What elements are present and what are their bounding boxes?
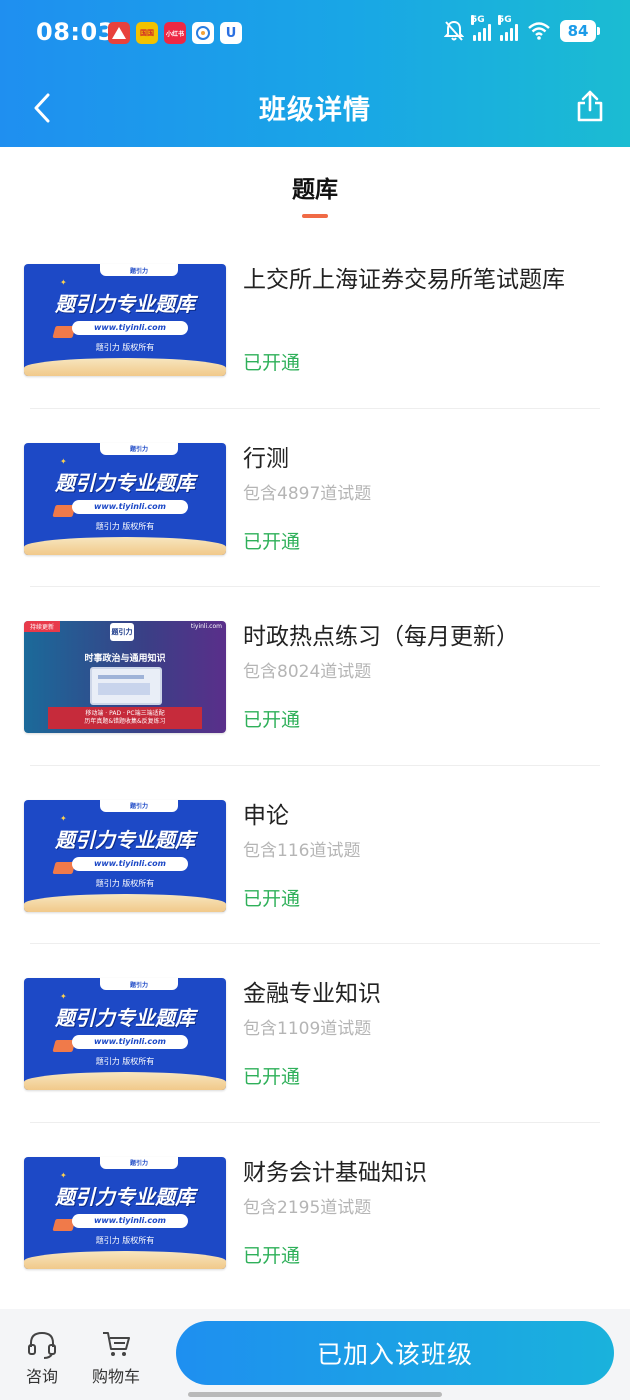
share-button[interactable] bbox=[570, 86, 610, 126]
banner-line-1: 移动端 · PAD · PC端三端适配 bbox=[85, 710, 165, 717]
battery-indicator: 84 bbox=[560, 20, 600, 42]
star-icon: ✦ bbox=[60, 813, 67, 823]
item-status: 已开通 bbox=[243, 709, 301, 731]
thumbnail-url: www.tiyinli.com bbox=[72, 856, 188, 871]
header-bar: 08:03 国国 小红书 U 5G 5G 84 班级详情 bbox=[0, 0, 630, 147]
share-icon bbox=[577, 90, 603, 122]
cell-signal-icon-2: 5G bbox=[498, 15, 518, 41]
app-icon-yellow: 国国 bbox=[136, 22, 158, 44]
brand-chip: 题引力 bbox=[100, 442, 178, 455]
thumbnail-url: www.tiyinli.com bbox=[72, 321, 188, 335]
page-title: 班级详情 bbox=[259, 95, 371, 126]
thumbnail-copyright: 题引力 版权所有 bbox=[95, 878, 155, 888]
course-thumbnail: 题引力 ✦ 题引力专业题库 www.tiyinli.com 题引力 版权所有 bbox=[24, 1156, 226, 1269]
list-item[interactable]: 题引力 ✦ 题引力专业题库 www.tiyinli.com 题引力 版权所有 上… bbox=[0, 230, 630, 409]
thumbnail-copyright: 题引力 版权所有 bbox=[95, 343, 155, 352]
home-indicator bbox=[188, 1392, 442, 1397]
list-item[interactable]: 题引力 ✦ 题引力专业题库 www.tiyinli.com 题引力 版权所有 金… bbox=[0, 944, 630, 1123]
item-count: 包含8024道试题 bbox=[243, 662, 372, 682]
device-screens-illustration bbox=[90, 667, 162, 705]
headset-icon bbox=[28, 1331, 56, 1359]
thumbnail-headline: 题引力专业题库 bbox=[55, 1184, 195, 1209]
app-icon-pink: 小红书 bbox=[164, 22, 186, 44]
star-icon: ✦ bbox=[60, 992, 67, 1001]
star-icon: ✦ bbox=[60, 1170, 67, 1180]
app-icon-red bbox=[108, 22, 130, 44]
thumbnail-url: www.tiyinli.com bbox=[72, 1213, 188, 1228]
brand-mark: 题引力 bbox=[110, 623, 134, 641]
item-status: 已开通 bbox=[243, 887, 301, 910]
item-count: 包含4897道试题 bbox=[243, 483, 372, 504]
item-title: 财务会计基础知识 bbox=[243, 1159, 427, 1186]
thumbnail-base bbox=[24, 1072, 226, 1090]
course-thumbnail: 题引力 ✦ 题引力专业题库 www.tiyinli.com 题引力 版权所有 bbox=[24, 264, 226, 376]
item-title: 申论 bbox=[243, 802, 289, 829]
thumbnail-base bbox=[24, 358, 226, 376]
star-icon: ✦ bbox=[60, 278, 67, 287]
brand-chip: 题引力 bbox=[100, 1156, 178, 1169]
joined-class-button[interactable]: 已加入该班级 bbox=[176, 1321, 614, 1385]
list-item[interactable]: 题引力 ✦ 题引力专业题库 www.tiyinli.com 题引力 版权所有 申… bbox=[0, 766, 630, 944]
notification-app-icons: 国国 小红书 U bbox=[108, 22, 242, 44]
star-icon: ✦ bbox=[60, 456, 67, 466]
app-icon-blue: U bbox=[220, 22, 242, 44]
thumbnail-url: www.tiyinli.com bbox=[72, 499, 188, 514]
tab-question-bank[interactable]: 题库 bbox=[0, 170, 630, 218]
item-title: 时政热点练习（每月更新） bbox=[243, 624, 519, 650]
thumbnail-copyright: 题引力 版权所有 bbox=[95, 521, 155, 531]
course-thumbnail: 题引力 ✦ 题引力专业题库 www.tiyinli.com 题引力 版权所有 bbox=[24, 978, 226, 1090]
consult-label: 咨询 bbox=[26, 1367, 59, 1386]
bottom-action-bar: 咨询 购物车 已加入该班级 bbox=[0, 1309, 630, 1400]
thumbnail-base bbox=[24, 1250, 226, 1269]
item-title: 上交所上海证券交易所笔试题库 bbox=[243, 267, 565, 293]
status-time: 08:03 bbox=[36, 18, 115, 46]
item-count: 包含2195道试题 bbox=[243, 1197, 372, 1218]
thumbnail-url: www.tiyinli.com bbox=[72, 1035, 188, 1049]
consult-button[interactable]: 咨询 bbox=[26, 1329, 58, 1387]
status-bar: 08:03 国国 小红书 U 5G 5G 84 bbox=[0, 0, 630, 70]
item-status: 已开通 bbox=[243, 352, 301, 374]
item-count: 包含116道试题 bbox=[243, 840, 361, 861]
tab-active-indicator bbox=[302, 214, 328, 218]
list-item[interactable]: 题引力 ✦ 题引力专业题库 www.tiyinli.com 题引力 版权所有 行… bbox=[0, 409, 630, 587]
app-icon-chat bbox=[192, 22, 214, 44]
course-thumbnail: 题引力 ✦ 题引力专业题库 www.tiyinli.com 题引力 版权所有 bbox=[24, 442, 226, 555]
thumbnail-headline: 题引力专业题库 bbox=[55, 827, 195, 852]
thumbnail-headline: 题引力专业题库 bbox=[55, 292, 195, 316]
item-status: 已开通 bbox=[243, 1244, 301, 1267]
cart-button[interactable]: 购物车 bbox=[92, 1329, 140, 1387]
cell-signal-icon: 5G bbox=[471, 15, 491, 41]
item-title: 金融专业知识 bbox=[243, 981, 381, 1007]
tab-label: 题库 bbox=[292, 177, 338, 203]
banner-line-2: 历年真题&错题收集&反复练习 bbox=[84, 718, 166, 725]
question-bank-list: 题引力 ✦ 题引力专业题库 www.tiyinli.com 题引力 版权所有 上… bbox=[0, 230, 630, 1301]
status-indicators: 5G 5G 84 bbox=[444, 15, 600, 42]
item-count: 包含1109道试题 bbox=[243, 1019, 372, 1039]
brand-chip: 题引力 bbox=[100, 978, 178, 990]
wifi-icon bbox=[528, 22, 550, 40]
thumbnail-base bbox=[24, 893, 226, 912]
item-status: 已开通 bbox=[243, 530, 301, 553]
thumbnail-site: tiyinli.com bbox=[190, 623, 222, 630]
thumbnail-headline: 题引力专业题库 bbox=[55, 470, 195, 495]
list-item[interactable]: 持续更新 题引力 tiyinli.com 时事政治与通用知识 移动端 · PAD… bbox=[0, 587, 630, 766]
shopping-cart-icon bbox=[103, 1332, 130, 1356]
item-status: 已开通 bbox=[243, 1066, 301, 1088]
brand-chip: 题引力 bbox=[100, 799, 178, 812]
cart-label: 购物车 bbox=[92, 1367, 141, 1386]
thumbnail-heading: 时事政治与通用知识 bbox=[84, 654, 166, 664]
thumbnail-base bbox=[24, 536, 226, 555]
thumbnail-copyright: 题引力 版权所有 bbox=[95, 1235, 155, 1245]
mute-bell-icon bbox=[444, 20, 464, 41]
course-thumbnail: 题引力 ✦ 题引力专业题库 www.tiyinli.com 题引力 版权所有 bbox=[24, 799, 226, 912]
update-badge: 持续更新 bbox=[24, 621, 61, 632]
brand-chip: 题引力 bbox=[100, 264, 178, 276]
thumbnail-copyright: 题引力 版权所有 bbox=[95, 1057, 155, 1066]
list-item[interactable]: 题引力 ✦ 题引力专业题库 www.tiyinli.com 题引力 版权所有 财… bbox=[0, 1123, 630, 1302]
course-thumbnail: 持续更新 题引力 tiyinli.com 时事政治与通用知识 移动端 · PAD… bbox=[24, 621, 226, 733]
thumbnail-banner: 移动端 · PAD · PC端三端适配 历年真题&错题收集&反复练习 bbox=[48, 707, 202, 729]
item-title: 行测 bbox=[243, 445, 289, 472]
thumbnail-headline: 题引力专业题库 bbox=[55, 1006, 195, 1030]
